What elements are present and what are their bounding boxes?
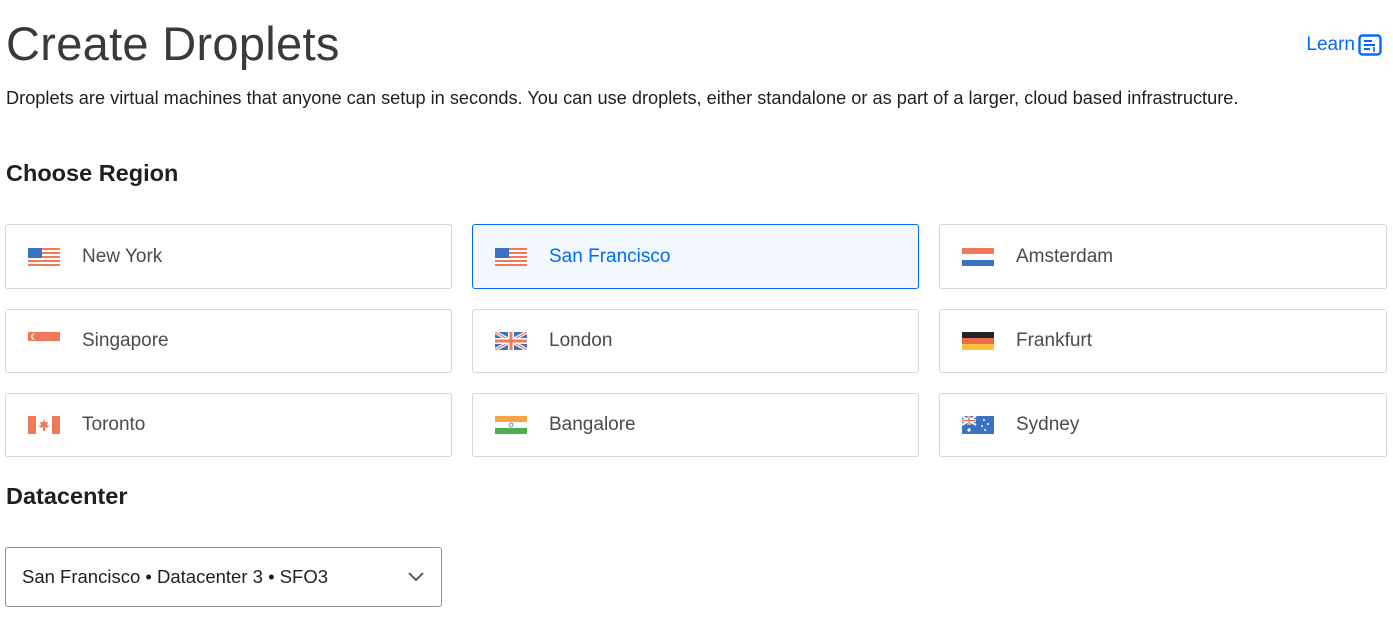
- us-flag-icon: [28, 247, 60, 266]
- region-option-frankfurt[interactable]: Frankfurt: [939, 309, 1387, 373]
- region-option-san-francisco[interactable]: San Francisco: [472, 224, 919, 289]
- page-description: Droplets are virtual machines that anyon…: [6, 88, 1239, 108]
- region-grid: New York San Francisco Amsterdam Singapo…: [5, 224, 1387, 457]
- learn-link[interactable]: Learn: [1306, 34, 1382, 56]
- ca-flag-icon: [28, 416, 60, 434]
- region-option-new-york[interactable]: New York: [5, 224, 452, 289]
- datacenter-select[interactable]: San Francisco • Datacenter 3 • SFO3: [5, 547, 442, 607]
- region-option-sydney[interactable]: Sydney: [939, 393, 1387, 457]
- region-label: London: [549, 330, 613, 351]
- region-label: Bangalore: [549, 414, 636, 435]
- uk-flag-icon: [494, 330, 528, 352]
- region-option-singapore[interactable]: Singapore: [5, 309, 452, 373]
- au-flag-icon: [961, 415, 994, 434]
- region-label: San Francisco: [549, 245, 671, 267]
- region-option-toronto[interactable]: Toronto: [5, 393, 452, 457]
- us-flag-icon: [495, 247, 527, 266]
- choose-region-heading: Choose Region: [6, 160, 179, 186]
- datacenter-selected-value: San Francisco • Datacenter 3 • SFO3: [22, 566, 328, 587]
- create-droplets-page: Create Droplets Learn Droplets are virtu…: [0, 0, 1393, 620]
- datacenter-heading: Datacenter: [6, 483, 128, 509]
- sg-flag-icon: [28, 332, 60, 350]
- in-flag-icon: [495, 416, 527, 434]
- de-flag-icon: [962, 332, 994, 350]
- region-label: Singapore: [82, 330, 169, 351]
- region-label: Toronto: [82, 414, 146, 435]
- region-label: Amsterdam: [1016, 245, 1114, 267]
- region-option-bangalore[interactable]: Bangalore: [472, 393, 919, 457]
- document-icon: [1358, 34, 1382, 56]
- page-title: Create Droplets: [6, 17, 340, 70]
- chevron-down-icon: [407, 570, 425, 582]
- region-option-amsterdam[interactable]: Amsterdam: [939, 224, 1387, 289]
- region-label: New York: [82, 245, 163, 267]
- region-label: Sydney: [1016, 414, 1080, 435]
- learn-label: Learn: [1306, 34, 1355, 55]
- region-label: Frankfurt: [1016, 330, 1093, 351]
- nl-flag-icon: [962, 247, 994, 266]
- region-option-london[interactable]: London: [472, 309, 919, 373]
